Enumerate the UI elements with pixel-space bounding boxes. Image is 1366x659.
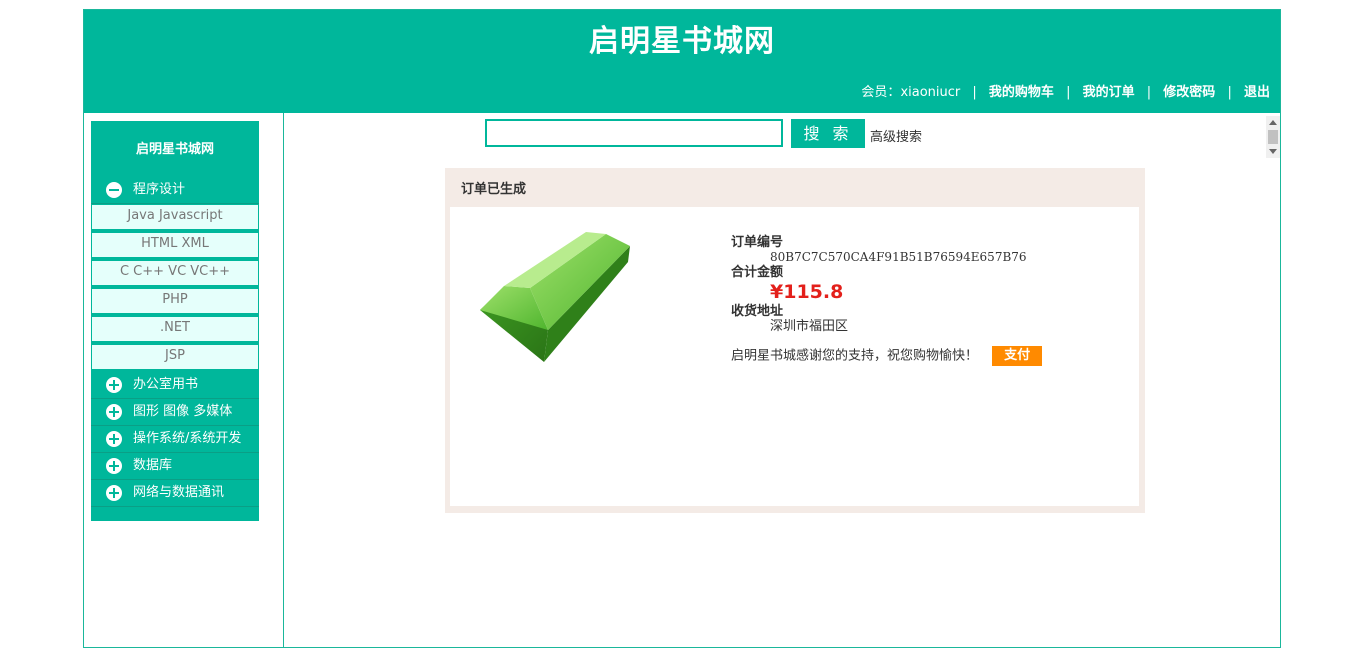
subcategory-html-xml[interactable]: HTML XML: [91, 232, 259, 258]
order-number-value: 80B7C7C570CA4F91B51B76594E657B76: [770, 250, 1027, 264]
main-content: 搜 索 高级搜索 订单已生成 订单编号 80B7C7C570CA4F91B51B…: [285, 113, 1280, 647]
order-address-value: 深圳市福田区: [770, 319, 849, 334]
my-cart-link[interactable]: 我的购物车: [989, 85, 1054, 100]
order-heading: 订单已生成: [461, 182, 527, 197]
category-graphics[interactable]: 图形 图像 多媒体: [91, 399, 259, 426]
plus-circle-icon: [106, 458, 122, 474]
order-info: 订单编号 80B7C7C570CA4F91B51B76594E657B76 合计…: [731, 235, 1043, 367]
scroll-thumb[interactable]: [1268, 130, 1278, 144]
category-network[interactable]: 网络与数据通讯: [91, 480, 259, 507]
order-panel: 订单已生成 订单编号 80B7C7C570CA4F91B51B76594E657…: [445, 168, 1145, 513]
site-header: 启明星书城网 会员：xiaoniucr | 我的购物车 | 我的订单 | 修改密…: [84, 10, 1280, 113]
category-label: 数据库: [133, 458, 173, 473]
category-label: 操作系统/系统开发: [133, 431, 242, 446]
pay-button[interactable]: 支付: [992, 346, 1043, 366]
category-label: 办公室用书: [133, 377, 199, 392]
separator: |: [1066, 85, 1071, 100]
category-database[interactable]: 数据库: [91, 453, 259, 480]
category-programming[interactable]: 程序设计: [91, 177, 259, 204]
plus-circle-icon: [106, 485, 122, 501]
order-address-label: 收货地址: [731, 304, 784, 319]
category-office[interactable]: 办公室用书: [91, 372, 259, 399]
search-input[interactable]: [485, 119, 783, 147]
plus-circle-icon: [106, 431, 122, 447]
my-orders-link[interactable]: 我的订单: [1083, 85, 1135, 100]
separator: |: [1146, 85, 1152, 100]
separator: |: [972, 85, 977, 100]
page-frame: 启明星书城网 会员：xiaoniucr | 我的购物车 | 我的订单 | 修改密…: [83, 9, 1281, 648]
order-body: 订单编号 80B7C7C570CA4F91B51B76594E657B76 合计…: [450, 207, 1139, 506]
separator: |: [1227, 85, 1232, 100]
scrollbar[interactable]: [1266, 116, 1280, 158]
order-total-label: 合计金额: [731, 265, 784, 280]
menu-title: 启明星书城网: [135, 142, 214, 157]
subcategory-c-cpp[interactable]: C C++ VC VC++: [91, 260, 259, 286]
minus-circle-icon: [106, 182, 122, 198]
scroll-up-arrow-icon[interactable]: [1269, 120, 1277, 125]
left-column: 启明星书城网 程序设计 Java Javascript HTML XML C C…: [84, 113, 284, 647]
subcategory-java-javascript[interactable]: Java Javascript: [91, 204, 259, 230]
plus-circle-icon: [106, 404, 122, 420]
checkmark-icon: [480, 232, 630, 362]
member-label: 会员：: [861, 85, 901, 100]
category-os[interactable]: 操作系统/系统开发: [91, 426, 259, 453]
username: xiaoniucr: [900, 85, 961, 100]
subcategory-php[interactable]: PHP: [91, 288, 259, 314]
change-password-link[interactable]: 修改密码: [1163, 85, 1215, 100]
category-menu: 启明星书城网 程序设计 Java Javascript HTML XML C C…: [91, 121, 259, 521]
logout-link[interactable]: 退出: [1244, 85, 1270, 100]
search-button[interactable]: 搜 索: [791, 119, 865, 148]
category-label: 程序设计: [133, 182, 186, 197]
site-title: 启明星书城网: [589, 24, 775, 59]
plus-circle-icon: [106, 377, 122, 393]
member-bar: 会员：xiaoniucr | 我的购物车 | 我的订单 | 修改密码 | 退出: [861, 81, 1270, 100]
thanks-text: 启明星书城感谢您的支持，祝您购物愉快！: [731, 348, 979, 364]
scroll-down-arrow-icon[interactable]: [1269, 149, 1277, 154]
subcategory-dotnet[interactable]: .NET: [91, 316, 259, 342]
subcategory-jsp[interactable]: JSP: [91, 344, 259, 370]
order-total-value: ¥115.8: [770, 281, 844, 303]
order-number-label: 订单编号: [731, 235, 784, 250]
advanced-search-link[interactable]: 高级搜索: [870, 126, 922, 145]
category-label: 网络与数据通讯: [133, 485, 225, 500]
thanks-line: 启明星书城感谢您的支持，祝您购物愉快！ 支付: [731, 346, 1043, 367]
category-label: 图形 图像 多媒体: [133, 404, 233, 419]
